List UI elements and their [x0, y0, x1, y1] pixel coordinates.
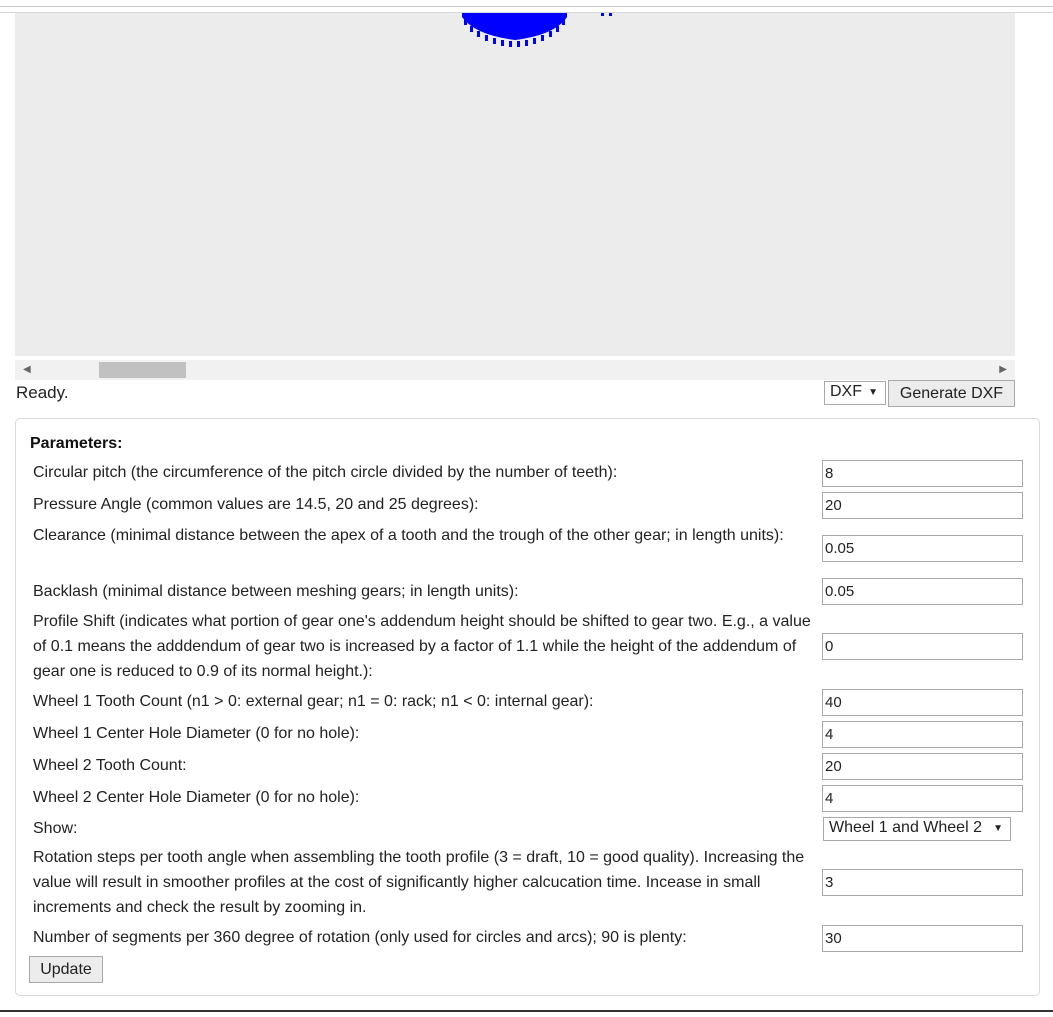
gear-wheel-1 — [462, 13, 567, 47]
parameters-title: Parameters: — [30, 435, 123, 452]
scrollbar-thumb[interactable] — [99, 362, 186, 378]
generate-dxf-button[interactable]: Generate DXF — [888, 380, 1015, 407]
wheel1-tooth-count-input[interactable] — [822, 689, 1023, 716]
pressure-angle-label: Pressure Angle (common values are 14.5, … — [33, 496, 479, 513]
caret-down-icon: ▼ — [993, 823, 1003, 834]
wheel2-hole-label: Wheel 2 Center Hole Diameter (0 for no h… — [33, 789, 360, 806]
export-format-value: DXF — [830, 383, 862, 400]
profile-shift-input[interactable] — [822, 633, 1023, 660]
gear-preview-canvas[interactable] — [15, 13, 1015, 356]
wheel1-tooth-count-label: Wheel 1 Tooth Count (n1 > 0: external ge… — [33, 693, 594, 710]
export-format-select[interactable]: DXF ▼ — [824, 381, 886, 405]
wheel2-hole-input[interactable] — [822, 785, 1023, 812]
rotation-steps-label: Rotation steps per tooth angle when asse… — [33, 849, 805, 916]
wheel2-tooth-count-input[interactable] — [822, 753, 1023, 780]
top-divider — [0, 6, 1053, 7]
segments-input[interactable] — [822, 925, 1023, 952]
show-select-value: Wheel 1 and Wheel 2 — [829, 819, 982, 836]
backlash-input[interactable] — [822, 578, 1023, 605]
segments-label: Number of segments per 360 degree of rot… — [33, 929, 687, 946]
backlash-label: Backlash (minimal distance between meshi… — [33, 583, 519, 600]
circular-pitch-input[interactable] — [822, 460, 1023, 487]
wheel2-tooth-count-label: Wheel 2 Tooth Count: — [33, 757, 187, 774]
scroll-left-icon[interactable]: ◀ — [23, 364, 31, 376]
status-text: Ready. — [16, 383, 69, 402]
wheel1-hole-input[interactable] — [822, 721, 1023, 748]
gear-preview-svg — [462, 13, 612, 47]
scroll-right-icon[interactable]: ▶ — [999, 364, 1007, 376]
show-label: Show: — [33, 820, 78, 837]
profile-shift-label: Profile Shift (indicates what portion of… — [33, 613, 811, 680]
pressure-angle-input[interactable] — [822, 492, 1023, 519]
circular-pitch-label: Circular pitch (the circumference of the… — [33, 464, 618, 481]
bottom-divider — [0, 1010, 1053, 1012]
clearance-label: Clearance (minimal distance between the … — [33, 527, 784, 544]
show-select[interactable]: Wheel 1 and Wheel 2 ▼ — [823, 817, 1011, 841]
horizontal-scrollbar[interactable]: ◀ ▶ — [15, 360, 1015, 380]
gear-wheel-2 — [601, 13, 612, 16]
parameters-panel: Parameters: Circular pitch (the circumfe… — [15, 418, 1040, 996]
caret-down-icon: ▼ — [868, 387, 878, 398]
clearance-input[interactable] — [822, 535, 1023, 562]
update-button[interactable]: Update — [29, 956, 103, 983]
wheel1-hole-label: Wheel 1 Center Hole Diameter (0 for no h… — [33, 725, 360, 742]
rotation-steps-input[interactable] — [822, 869, 1023, 896]
